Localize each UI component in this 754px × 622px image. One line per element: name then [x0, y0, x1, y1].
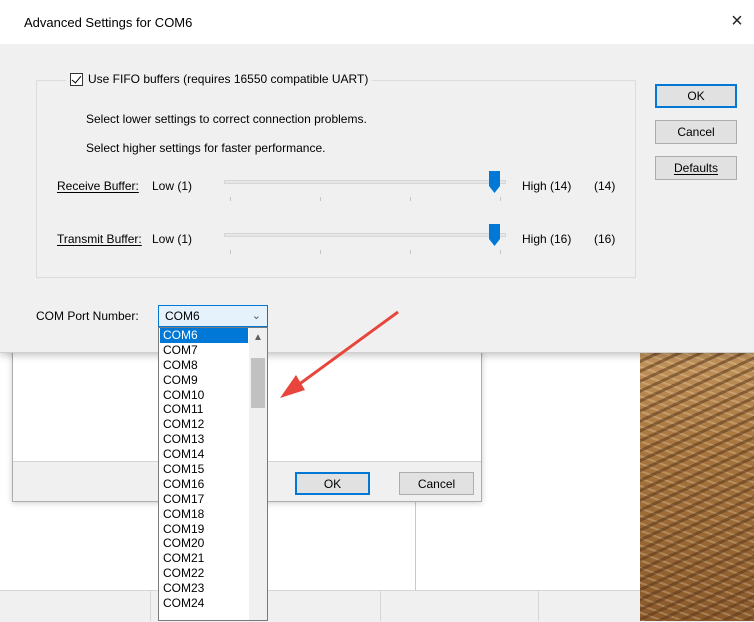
annotation-arrow-icon: [280, 310, 399, 398]
